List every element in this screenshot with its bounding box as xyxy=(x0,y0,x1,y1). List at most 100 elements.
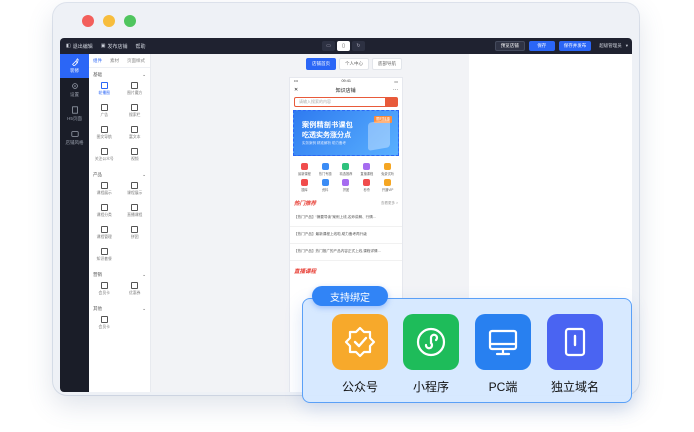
quick-nav-icon xyxy=(300,163,308,170)
desktop-icon[interactable]: ▭ xyxy=(322,41,335,51)
back-icon: ◧ xyxy=(66,43,71,49)
user-menu[interactable]: 超级管理员 xyxy=(599,43,622,49)
mobile-icon[interactable]: ▯ xyxy=(337,41,350,51)
chevron-down-icon: ⌄ xyxy=(142,306,146,311)
palette-icon xyxy=(70,131,79,137)
component-carousel[interactable]: 轮播图 xyxy=(89,82,120,100)
stage: ◧ 退出编辑 ▣ 发布店铺 帮助 ▭ ▯ ↻ 预览店铺 保存 保存并发布 超级管理员… xyxy=(0,0,694,432)
component-member-card[interactable]: 会员卡 xyxy=(89,282,120,300)
quick-nav-item[interactable]: 开通VIP xyxy=(377,179,398,192)
sidebar-item-style[interactable]: 店铺风格 xyxy=(60,126,89,150)
component-member-card-2[interactable]: 会员卡 xyxy=(89,316,120,334)
quick-nav-item[interactable]: 热门专题 xyxy=(315,163,336,176)
quick-nav-item[interactable]: 精选推荐 xyxy=(336,163,357,176)
page-icon xyxy=(71,106,78,114)
course-icon xyxy=(131,182,139,189)
page-tabs: 店铺首页 个人中心 底部导航 xyxy=(306,58,402,70)
brush-icon xyxy=(71,58,79,66)
tab-shop-home[interactable]: 店铺首页 xyxy=(306,58,336,70)
quick-nav-item[interactable]: 直播课程 xyxy=(356,163,377,176)
section-marketing[interactable]: 营销 ⌄ xyxy=(89,268,150,280)
battery-icon: ▭ xyxy=(394,80,398,84)
section-basic[interactable]: 基础 ⌄ xyxy=(89,68,150,80)
quick-nav-item[interactable]: 最新课程 xyxy=(294,163,315,176)
feature-custom-domain[interactable]: 独立域名 xyxy=(546,314,604,395)
component-richtext[interactable]: 富文本 xyxy=(120,126,151,144)
carousel-banner[interactable]: 限时特惠 案例精剖书课包 吃透实务涨分点 实务案例 精准解析 助力备考 xyxy=(293,110,399,156)
chevron-down-icon: ⌄ xyxy=(142,172,146,177)
help-link[interactable]: 帮助 xyxy=(136,43,146,50)
hot-title: 热门推荐 xyxy=(294,201,317,207)
section-other[interactable]: 其他 ⌄ xyxy=(89,302,150,314)
publish-shop-link[interactable]: ▣ 发布店铺 xyxy=(101,43,128,50)
section-product[interactable]: 产品 ⌄ xyxy=(89,168,150,180)
quick-nav-label: 免费试听 xyxy=(381,172,394,176)
component-live[interactable]: 直播课程 xyxy=(120,204,151,222)
tab-bottom-nav[interactable]: 底部导航 xyxy=(372,58,402,70)
save-publish-button[interactable]: 保存并发布 xyxy=(558,41,592,51)
sidebar-item-h5[interactable]: H5页面 xyxy=(60,102,89,126)
component-course-category[interactable]: 课程分类 xyxy=(89,204,120,222)
feature-official-account[interactable]: 公众号 xyxy=(331,314,389,395)
phone-title: 知识店铺 xyxy=(335,87,356,94)
quick-nav-icon xyxy=(342,163,350,170)
component-nav[interactable]: 图文导航 xyxy=(89,126,120,144)
tab-page-style[interactable]: 页面样式 xyxy=(127,58,145,64)
component-course-manage[interactable]: 课程管理 xyxy=(89,226,120,244)
component-follow[interactable]: 关注公众号 xyxy=(89,148,120,166)
gear-icon xyxy=(71,83,78,89)
group-icon xyxy=(131,226,139,233)
save-button[interactable]: 保存 xyxy=(528,41,555,51)
quick-nav-item[interactable]: 资料 xyxy=(315,179,336,192)
banner-line2: 吃透实务涨分点 xyxy=(302,132,351,139)
quick-nav-icon xyxy=(300,179,308,186)
component-course-display[interactable]: 课程展示 xyxy=(89,182,120,200)
text-icon xyxy=(131,126,139,133)
quick-nav-label: 热门专题 xyxy=(318,172,332,176)
device-switcher: ▭ ▯ ↻ xyxy=(322,41,365,51)
component-coupon[interactable]: 优惠券 xyxy=(120,282,151,300)
more-link[interactable]: 查看更多 > xyxy=(381,201,398,206)
video-icon xyxy=(131,148,139,155)
component-package[interactable]: 知识套餐 xyxy=(89,248,120,266)
component-group[interactable]: 拼团 xyxy=(120,226,151,244)
news-item[interactable]: 【热门产品】“摘要导读”案例上线,名师讲解、行情… xyxy=(290,210,402,227)
component-ad[interactable]: 广告 xyxy=(89,104,120,122)
phone-nav-bar: ✕ 知识店铺 ··· xyxy=(290,85,402,95)
component-video[interactable]: 视频 xyxy=(120,148,151,166)
quick-nav-icon xyxy=(384,163,392,170)
sidebar-item-settings[interactable]: 设置 xyxy=(60,78,89,102)
more-icon[interactable]: ··· xyxy=(393,87,398,93)
sidebar-item-decorate[interactable]: 装修 xyxy=(60,54,89,78)
news-item[interactable]: 【热门产品】最新课程上线啦,助力备考再升级 xyxy=(290,227,402,244)
quick-nav-icon xyxy=(384,179,392,186)
refresh-icon[interactable]: ↻ xyxy=(352,41,365,51)
preview-shop-button[interactable]: 预览店铺 xyxy=(494,41,525,51)
feature-pc[interactable]: PC端 xyxy=(474,314,532,395)
exit-edit-link[interactable]: ◧ 退出编辑 xyxy=(66,43,93,50)
quick-nav-label: 开通VIP xyxy=(381,188,394,192)
chevron-down-icon[interactable]: ▾ xyxy=(626,43,628,49)
news-item[interactable]: 【热门产品】热门推广的产品内容正式上线,课程详情… xyxy=(290,244,402,261)
maximize-dot[interactable] xyxy=(124,15,136,27)
follow-icon xyxy=(100,148,108,155)
quick-nav-item[interactable]: 拼团 xyxy=(336,179,357,192)
component-search[interactable]: 搜索栏 xyxy=(120,104,151,122)
component-course-display-2[interactable]: 课程展示 xyxy=(120,182,151,200)
quick-nav-item[interactable]: 免费试听 xyxy=(377,163,398,176)
phone-search-bar[interactable]: 请输入搜索的内容 xyxy=(294,97,398,107)
tab-assets[interactable]: 素材 xyxy=(110,58,119,64)
book-illustration xyxy=(368,119,390,151)
close-icon[interactable]: ✕ xyxy=(294,87,298,93)
quick-nav-item[interactable]: 秒杀 xyxy=(356,179,377,192)
quick-nav-label: 最新课程 xyxy=(298,172,311,176)
coupon-icon xyxy=(131,282,139,289)
tab-components[interactable]: 组件 xyxy=(93,58,102,64)
close-dot[interactable] xyxy=(82,15,94,27)
minimize-dot[interactable] xyxy=(103,15,115,27)
tab-personal-center[interactable]: 个人中心 xyxy=(339,58,369,70)
search-button[interactable] xyxy=(385,98,397,106)
feature-mini-program[interactable]: 小程序 xyxy=(402,314,460,395)
component-image-cube[interactable]: 图片魔方 xyxy=(120,82,151,100)
quick-nav-item[interactable]: 题库 xyxy=(294,179,315,192)
